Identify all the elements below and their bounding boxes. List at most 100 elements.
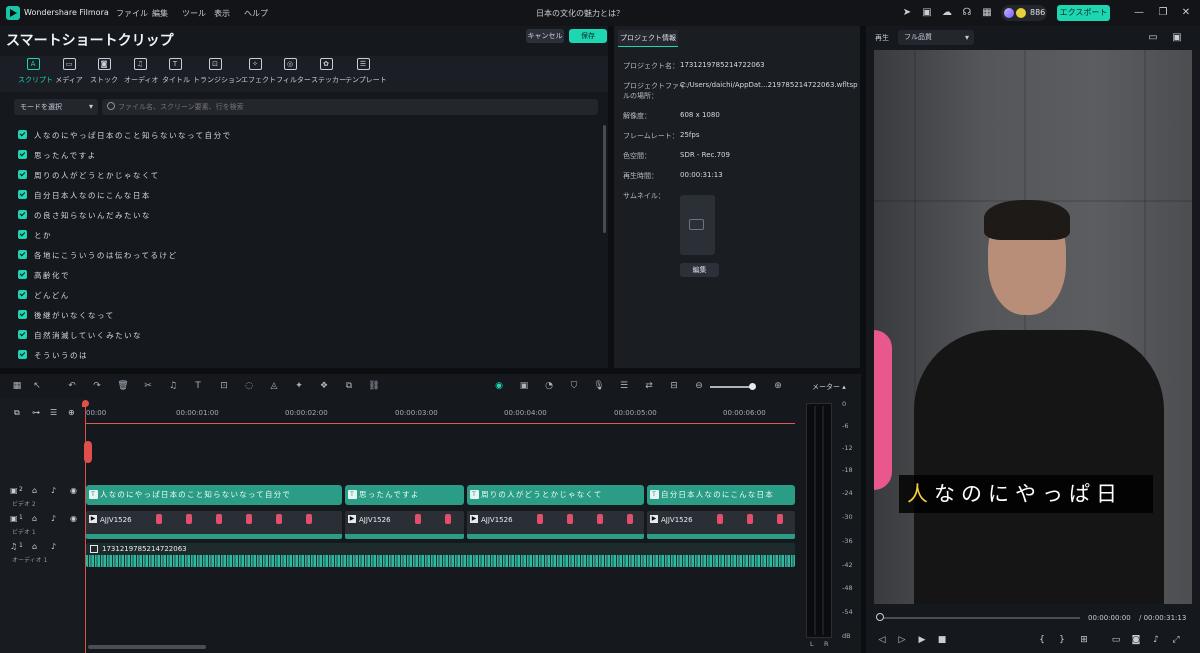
checkbox[interactable] — [18, 330, 27, 339]
folder-icon[interactable]: ⌂ — [32, 542, 37, 551]
title-clip[interactable]: 思ったんですよ — [345, 485, 464, 505]
folder-icon[interactable]: ⌂ — [32, 486, 37, 495]
playhead-handle[interactable] — [82, 400, 89, 407]
edit-thumbnail-button[interactable]: 編集 — [680, 263, 719, 277]
copy-icon[interactable]: ⧉ — [343, 380, 355, 392]
add-track-icon[interactable]: ⧉ — [14, 408, 20, 418]
tab-template[interactable]: ☰ テンプレート — [345, 58, 387, 90]
search-box[interactable] — [102, 99, 598, 115]
split-icon[interactable]: ⊞ — [1078, 634, 1090, 646]
redo-icon[interactable]: ↷ — [91, 380, 103, 392]
text-icon[interactable]: T — [192, 380, 204, 392]
list-item[interactable]: とか — [18, 225, 598, 245]
timeline-scrollbar[interactable] — [88, 645, 206, 649]
credits-badge[interactable]: 886 — [1001, 5, 1047, 21]
list-item[interactable]: 各地にこういうのは伝わってるけど — [18, 245, 598, 265]
volume-icon[interactable]: ♪ — [1150, 634, 1162, 646]
snapshot-icon[interactable]: ▭ — [1146, 31, 1160, 45]
thumbnail[interactable] — [680, 195, 715, 255]
cut-icon[interactable]: ✂ — [142, 380, 154, 392]
fit-icon[interactable]: ⊟ — [668, 380, 680, 392]
title-clip[interactable]: 周りの人がどうとかじゃなくて — [467, 485, 644, 505]
zoom-out-icon[interactable]: ⊖ — [693, 380, 705, 392]
fullscreen-image-icon[interactable]: ▣ — [1170, 31, 1184, 45]
effect-icon[interactable]: ❖ — [318, 380, 330, 392]
mode-select[interactable]: モードを選択 — [14, 99, 98, 115]
monitor-icon[interactable]: ▭ — [1110, 634, 1122, 646]
zoom-in-icon[interactable]: ⊕ — [772, 380, 784, 392]
restore-icon[interactable]: ❐ — [1156, 6, 1170, 20]
title-clip[interactable]: 人なのにやっぱ日本のこと知らないなって自分で — [86, 485, 342, 505]
mark-in-icon[interactable]: { — [1036, 634, 1048, 646]
list-item[interactable]: 人なのにやっぱ日本のこと知らないなって自分で — [18, 125, 598, 145]
fullscreen-icon[interactable]: ⤢ — [1170, 634, 1182, 646]
quality-select[interactable]: フル品質 — [898, 30, 974, 45]
send-icon[interactable]: ➤ — [900, 6, 914, 20]
checkbox[interactable] — [18, 150, 27, 159]
magnet-icon[interactable]: ⊕ — [68, 408, 75, 417]
video-clip[interactable]: AJJV1526 — [467, 511, 644, 539]
folder-icon[interactable]: ⌂ — [32, 514, 37, 523]
link-track-icon[interactable]: ⊶ — [32, 408, 40, 417]
render-icon[interactable]: ◉ — [493, 380, 505, 392]
cancel-button[interactable]: キャンセル — [526, 29, 564, 43]
crop-icon[interactable]: ⊡ — [218, 380, 230, 392]
eye-icon[interactable]: ◉ — [70, 486, 77, 495]
media-icon[interactable]: ▣ — [920, 6, 934, 20]
tab-title[interactable]: T タイトル — [162, 58, 190, 90]
video-clip[interactable]: AJJV1526 — [345, 511, 464, 539]
tab-sticker[interactable]: ✿ ステッカー — [311, 58, 346, 90]
cloud-icon[interactable]: ☁ — [940, 6, 954, 20]
prev-frame-icon[interactable]: ◁ — [876, 634, 888, 646]
zoom-slider-handle[interactable] — [749, 383, 756, 390]
video-clip[interactable]: AJJV1526 — [647, 511, 795, 539]
audio-edit-icon[interactable]: ♫ — [167, 380, 179, 392]
list-item[interactable]: の良さ知らないんだみたいな — [18, 205, 598, 225]
link-icon[interactable]: ⛓ — [368, 380, 380, 392]
list-item[interactable]: 思ったんですよ — [18, 145, 598, 165]
list-item[interactable]: そういうのは — [18, 345, 598, 365]
tab-audio[interactable]: ♫ オーディオ — [124, 58, 159, 90]
script-list-scrollbar[interactable] — [603, 125, 606, 233]
audio-clip[interactable]: 1731219785214722063 — [86, 543, 795, 567]
list-item[interactable]: 周りの人がどうとかじゃなくて — [18, 165, 598, 185]
speed-icon[interactable]: ◔ — [543, 380, 555, 392]
checkbox[interactable] — [18, 270, 27, 279]
replace-icon[interactable]: ⇄ — [643, 380, 655, 392]
video-preview[interactable]: 人なのにやっぱ日 — [874, 50, 1192, 604]
undo-icon[interactable]: ↶ — [66, 380, 78, 392]
checkbox[interactable] — [18, 210, 27, 219]
preview-scrubber[interactable] — [880, 617, 1080, 619]
scrubber-handle[interactable] — [876, 613, 884, 621]
eye-icon[interactable]: ◉ — [70, 514, 77, 523]
tab-script[interactable]: A スクリプト — [18, 58, 53, 90]
video-clip[interactable]: AJJV1526 — [86, 511, 342, 539]
tab-stock[interactable]: ◙ ストック — [90, 58, 118, 90]
step-play-icon[interactable]: ▷ — [896, 634, 908, 646]
tab-transition[interactable]: ⊡ トランジション — [193, 58, 242, 90]
checkbox[interactable] — [18, 310, 27, 319]
select-tool-icon[interactable]: ↖ — [31, 380, 43, 392]
list-item[interactable]: 後継がいなくなって — [18, 305, 598, 325]
mask-icon[interactable]: ◌ — [243, 380, 255, 392]
menu-view[interactable]: 表示 — [214, 8, 230, 19]
color-icon[interactable]: ◬ — [268, 380, 280, 392]
zoom-slider[interactable] — [710, 386, 754, 388]
speaker-icon[interactable]: ♪ — [51, 542, 56, 551]
menu-edit[interactable]: 編集 — [152, 8, 168, 19]
tab-effect[interactable]: ✧ エフェクト — [241, 58, 276, 90]
tab-filter[interactable]: ◎ フィルター — [276, 58, 311, 90]
list-item[interactable]: どんどん — [18, 285, 598, 305]
list-item[interactable]: 高齢化で — [18, 265, 598, 285]
menu-help[interactable]: ヘルプ — [244, 8, 268, 19]
minimize-icon[interactable]: — — [1132, 6, 1146, 20]
meter-title[interactable]: メーター ▴ — [812, 382, 846, 392]
tab-media[interactable]: ▭ メディア — [55, 58, 83, 90]
checkbox[interactable] — [18, 290, 27, 299]
list-item[interactable]: 自分日本人なのにこんな日本 — [18, 185, 598, 205]
speaker-icon[interactable]: ♪ — [51, 486, 56, 495]
search-input[interactable] — [118, 99, 588, 115]
list-item[interactable]: 自然消滅していくみたいな — [18, 325, 598, 345]
list-icon[interactable]: ☰ — [618, 380, 630, 392]
speaker-icon[interactable]: ♪ — [51, 514, 56, 523]
